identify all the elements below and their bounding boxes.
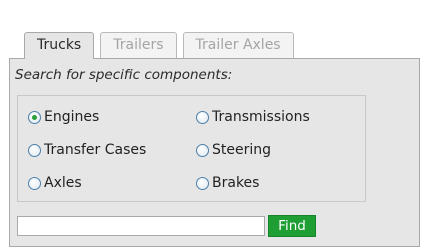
option-transmissions-label: Transmissions	[212, 109, 310, 125]
search-panel: Search for specific components: Engines …	[9, 58, 420, 247]
radio-engines[interactable]	[28, 110, 41, 124]
radio-steering[interactable]	[196, 143, 209, 157]
component-options: Engines Transmissions Transfer Cases Ste…	[17, 95, 366, 202]
option-transfer-cases[interactable]: Transfer Cases	[28, 142, 146, 158]
radio-transmissions[interactable]	[196, 110, 209, 124]
option-brakes[interactable]: Brakes	[196, 175, 259, 191]
tab-bar: Trucks Trailers Trailer Axles	[24, 32, 294, 59]
find-button[interactable]: Find	[268, 215, 316, 237]
tab-trailer-axles[interactable]: Trailer Axles	[182, 32, 294, 58]
option-steering[interactable]: Steering	[196, 142, 271, 158]
option-engines[interactable]: Engines	[28, 109, 99, 125]
option-steering-label: Steering	[212, 142, 272, 158]
radio-brakes[interactable]	[196, 176, 209, 190]
tab-trucks[interactable]: Trucks	[24, 32, 95, 59]
option-transmissions[interactable]: Transmissions	[196, 109, 310, 125]
radio-axles[interactable]	[28, 176, 41, 190]
option-axles-label: Axles	[44, 175, 82, 191]
radio-transfer-cases[interactable]	[28, 143, 41, 157]
search-instructions: Search for specific components:	[15, 67, 233, 83]
search-input[interactable]	[17, 216, 265, 236]
tab-trailers[interactable]: Trailers	[100, 32, 177, 58]
option-brakes-label: Brakes	[212, 175, 260, 191]
option-axles[interactable]: Axles	[28, 175, 82, 191]
option-transfer-cases-label: Transfer Cases	[44, 142, 147, 158]
option-engines-label: Engines	[44, 109, 100, 125]
